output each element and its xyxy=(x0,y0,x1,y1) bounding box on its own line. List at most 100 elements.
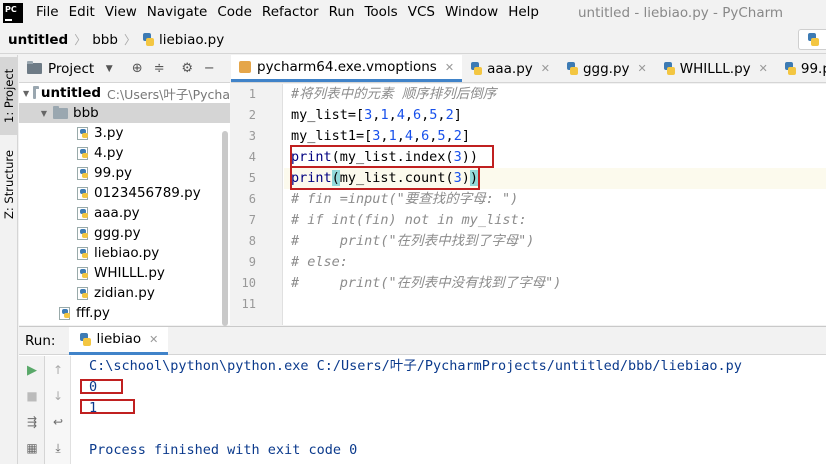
tab-ggg[interactable]: ggg.py ✕ xyxy=(558,55,655,82)
tool-tab-project[interactable]: 1: Project xyxy=(0,57,18,135)
run-tab-label: liebiao xyxy=(96,331,142,347)
arrow-down-icon[interactable]: ↓ xyxy=(51,389,65,403)
code-number: 2 xyxy=(453,128,462,144)
tree-item-file[interactable]: 3.py xyxy=(19,123,230,143)
menu-window[interactable]: Window xyxy=(440,0,503,25)
collapse-all-icon[interactable]: ≑ xyxy=(152,61,166,76)
tree-item-file[interactable]: 0123456789.py xyxy=(19,183,230,203)
close-icon[interactable]: ✕ xyxy=(445,61,454,74)
tree-item-file[interactable]: WHILLL.py xyxy=(19,263,230,283)
python-file-icon xyxy=(77,186,90,200)
tab-label: 99.py xyxy=(800,60,826,77)
run-panel-label: Run: xyxy=(25,332,56,349)
code-number: 5 xyxy=(429,107,438,123)
hide-panel-icon[interactable]: − xyxy=(202,61,216,76)
logo-text: PC xyxy=(5,4,17,14)
line-number: 11 xyxy=(241,297,256,311)
tab-label: pycharm64.exe.vmoptions xyxy=(257,59,437,75)
menu-bar: PC File Edit View Navigate Code Refactor… xyxy=(0,0,826,25)
tree-item-root[interactable]: ▼ untitled C:\Users\叶子\Pycha xyxy=(19,83,230,103)
locate-target-icon[interactable]: ⊕ xyxy=(130,61,144,76)
line-number: 1 xyxy=(248,87,256,101)
breadcrumb-project[interactable]: untitled xyxy=(8,32,68,48)
menu-edit[interactable]: Edit xyxy=(64,0,100,25)
menu-navigate[interactable]: Navigate xyxy=(142,0,213,25)
tree-item-file[interactable]: fff.py xyxy=(19,303,230,323)
tree-item-label: ggg.py xyxy=(94,225,141,241)
window-title: untitled - liebiao.py - PyCharm xyxy=(577,4,784,21)
rerun-play-icon[interactable]: ▶ xyxy=(25,363,39,378)
navigation-bar: untitled 〉 bbb 〉 liebiao.py xyxy=(0,26,826,54)
settings-gear-icon[interactable]: ⚙ xyxy=(180,61,194,76)
config-file-icon xyxy=(239,61,251,73)
tree-item-file[interactable]: zidian.py xyxy=(19,283,230,303)
project-folder-icon xyxy=(27,61,42,74)
menu-code[interactable]: Code xyxy=(212,0,257,25)
run-configuration-selector[interactable] xyxy=(798,29,826,50)
run-tab-liebiao[interactable]: liebiao ✕ xyxy=(69,326,169,355)
code-number: 3 xyxy=(364,107,373,123)
python-file-icon xyxy=(79,332,92,346)
tree-item-file[interactable]: ggg.py xyxy=(19,223,230,243)
code-editor[interactable]: 1 2 3 4 5 6 7 8 9 10 11 #将列表中的元素 顺序排列后倒序… xyxy=(231,84,826,325)
python-file-icon xyxy=(807,33,820,46)
menu-view[interactable]: View xyxy=(100,0,142,25)
menu-help[interactable]: Help xyxy=(503,0,544,25)
tree-item-label: liebiao.py xyxy=(94,245,160,261)
code-line-9: # else: xyxy=(291,254,348,270)
line-number: 8 xyxy=(248,234,256,248)
chevron-down-icon[interactable]: ▼ xyxy=(102,64,116,74)
tool-tab-structure[interactable]: Z: Structure xyxy=(0,145,18,225)
menu-refactor[interactable]: Refactor xyxy=(257,0,324,25)
code-number: 6 xyxy=(421,128,430,144)
tree-item-path: C:\Users\叶子\Pycha xyxy=(107,86,230,102)
layout-grid-icon[interactable]: ▦ xyxy=(25,441,39,455)
tree-item-label: 99.py xyxy=(94,165,133,181)
project-tree: ▼ untitled C:\Users\叶子\Pycha ▼ bbb 3.py … xyxy=(19,83,230,326)
line-number: 3 xyxy=(248,129,256,143)
chevron-down-icon[interactable]: ▼ xyxy=(23,89,29,98)
python-file-icon xyxy=(77,166,90,180)
python-file-icon xyxy=(663,62,676,75)
pycharm-logo-icon: PC xyxy=(3,2,23,23)
code-line-7: # if int(fin) not in my_list: xyxy=(291,212,527,228)
soft-wrap-icon[interactable]: ↩ xyxy=(51,415,65,429)
python-file-icon xyxy=(77,146,90,160)
breadcrumb-folder[interactable]: bbb xyxy=(92,32,118,48)
code-number: 3 xyxy=(372,128,381,144)
chevron-down-icon[interactable]: ▼ xyxy=(39,109,49,118)
tree-item-file[interactable]: 4.py xyxy=(19,143,230,163)
close-icon[interactable]: ✕ xyxy=(149,333,158,346)
menu-file[interactable]: File xyxy=(31,0,64,25)
tab-whilll[interactable]: WHILLL.py ✕ xyxy=(655,55,776,82)
project-view-selector[interactable]: Project xyxy=(48,61,94,77)
stop-icon[interactable]: ■ xyxy=(25,389,39,403)
folder-icon xyxy=(53,105,68,119)
tab-99[interactable]: 99.py ✕ xyxy=(776,55,826,82)
breadcrumb-file[interactable]: liebiao.py xyxy=(142,32,224,48)
tree-item-label: untitled xyxy=(40,85,102,101)
menu-tools[interactable]: Tools xyxy=(359,0,402,25)
menu-vcs[interactable]: VCS xyxy=(403,0,440,25)
left-tool-strip: 1: Project Z: Structure xyxy=(0,55,18,464)
restore-layout-icon[interactable]: ⇶ xyxy=(25,415,39,429)
close-icon[interactable]: ✕ xyxy=(759,62,768,75)
tree-item-file[interactable]: liebiao.py xyxy=(19,243,230,263)
tree-item-label: aaa.py xyxy=(94,205,140,221)
tree-scrollbar[interactable] xyxy=(222,131,228,326)
close-icon[interactable]: ✕ xyxy=(541,62,550,75)
menu-run[interactable]: Run xyxy=(324,0,360,25)
tree-item-file[interactable]: aaa.py xyxy=(19,203,230,223)
code-line-8: # print("在列表中找到了字母") xyxy=(291,233,535,249)
code-token: my_list=[ xyxy=(291,107,365,123)
scroll-to-end-icon[interactable]: ⤓ xyxy=(51,441,65,455)
tree-item-file[interactable]: 99.py xyxy=(19,163,230,183)
arrow-up-icon[interactable]: ↑ xyxy=(51,363,65,377)
code-token: my_list1=[ xyxy=(291,128,373,144)
tab-aaa[interactable]: aaa.py ✕ xyxy=(462,55,558,82)
close-icon[interactable]: ✕ xyxy=(638,62,647,75)
tree-item-folder-bbb[interactable]: ▼ bbb xyxy=(19,103,230,123)
python-file-icon xyxy=(566,62,579,75)
tab-vmoptions[interactable]: pycharm64.exe.vmoptions ✕ xyxy=(231,55,463,82)
python-file-icon xyxy=(59,306,72,320)
